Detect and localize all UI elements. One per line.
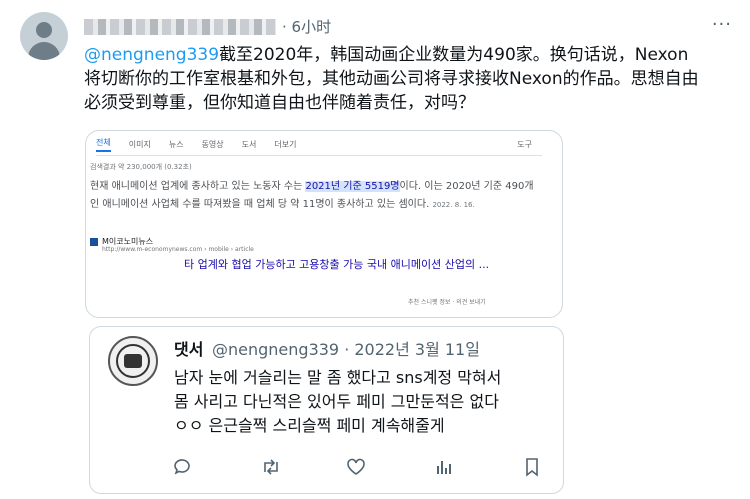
more-options-button[interactable]: ··· [712, 14, 732, 35]
bookmark-icon[interactable] [522, 457, 542, 477]
tab-news: 뉴스 [168, 139, 184, 149]
quoted-text: 남자 눈에 거슬리는 말 좀 했다고 sns계정 막혀서 몸 사리고 다닌적은 … [174, 366, 554, 438]
quoted-line: 남자 눈에 거슬리는 말 좀 했다고 sns계정 막혀서 [174, 368, 502, 387]
divider [96, 155, 542, 156]
tweet-actions [172, 457, 552, 477]
snippet-highlight: 2021년 기준 5519명 [305, 181, 400, 192]
quoted-line: 몸 사리고 다닌적은 있어두 페미 그만둔적은 없다 [174, 392, 499, 411]
tab-videos: 동영상 [201, 139, 224, 149]
snippet-date: 2022. 8. 16. [432, 201, 475, 209]
tweet-time[interactable]: · 6小时 [282, 16, 331, 37]
tab-more: 더보기 [274, 139, 297, 149]
source-url: http://www.m-economynews.com › mobile › … [102, 246, 254, 253]
tweet-meta: · 6小时 [84, 16, 331, 37]
quoted-line: ㅇㅇ 은근슬쩍 스리슬쩍 페미 계속해줄게 [174, 416, 445, 435]
avatar[interactable] [20, 12, 68, 60]
tweet-text: @nengneng339截至2020年，韩国动画企业数量为490家。换句话说，N… [84, 43, 704, 115]
snippet-footer: 추천 스니펫 정보 · 의견 보내기 [408, 299, 486, 306]
quoted-handle-date: @nengneng339 · 2022년 3월 11일 [212, 340, 480, 359]
snippet-pre: 현재 애니메이션 업계에 종사하고 있는 노동자 수는 [90, 181, 306, 192]
search-stats: 검색결과 약 230,000개 (0.32초) [90, 163, 192, 171]
source-name: M이코노미뉴스 [102, 237, 154, 246]
tab-tools: 도구 [517, 139, 532, 149]
result-link-title: 타 업계와 협업 가능하고 고용창출 가능 국내 애니메이션 산업의 ... [184, 258, 490, 271]
featured-snippet: 현재 애니메이션 업계에 종사하고 있는 노동자 수는 2021년 기준 551… [90, 178, 540, 214]
site-favicon-icon [90, 237, 98, 246]
reply-icon[interactable] [172, 457, 192, 477]
retweet-icon[interactable] [260, 457, 280, 477]
tab-all: 전체 [96, 137, 111, 152]
search-tabs: 전체 이미지 뉴스 동영상 도서 더보기 도구 [96, 134, 542, 154]
like-icon[interactable] [346, 457, 366, 477]
quoted-avatar [108, 336, 158, 386]
views-icon[interactable] [434, 457, 454, 477]
pixelated-username[interactable] [84, 18, 276, 35]
tab-books: 도서 [241, 139, 257, 149]
search-results-screenshot: 전체 이미지 뉴스 동영상 도서 더보기 도구 [96, 134, 542, 314]
mention-link[interactable]: @nengneng339 [84, 45, 219, 65]
quoted-display-name: 댓서 [174, 340, 204, 359]
tab-images: 이미지 [128, 139, 151, 149]
